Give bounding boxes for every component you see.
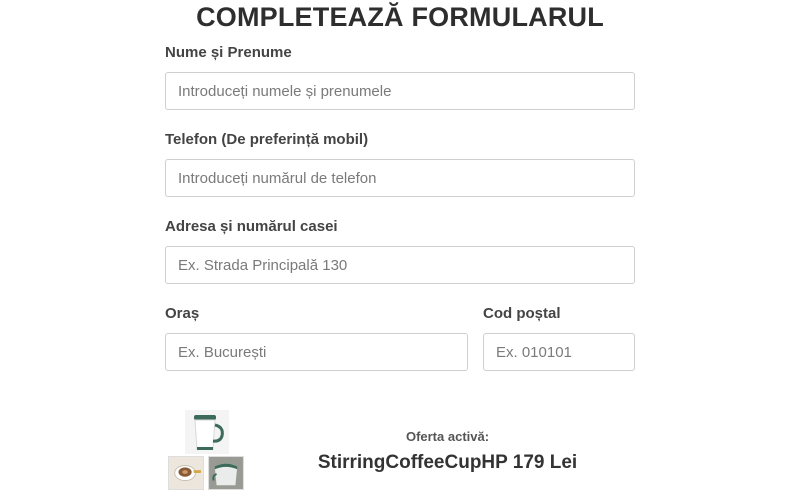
offer-label: Oferta activă: (405, 429, 490, 444)
offer-product-price: StirringCoffeeCupHP 179 Lei (317, 452, 578, 473)
postal-code-label: Cod poștal (483, 305, 561, 322)
postal-code-input[interactable] (483, 333, 635, 371)
city-input[interactable] (165, 333, 468, 371)
address-label: Adresa și numărul casei (165, 218, 338, 235)
mug-closeup-image (208, 456, 244, 490)
mug-product-image (185, 410, 229, 454)
coffee-cup-image (168, 456, 204, 490)
active-offer: Oferta activă: StirringCoffeeCupHP 179 L… (165, 408, 635, 500)
address-input[interactable] (165, 246, 635, 284)
phone-input[interactable] (165, 159, 635, 197)
name-input[interactable] (165, 72, 635, 110)
name-label: Nume și Prenume (165, 44, 292, 61)
product-thumbnails (165, 408, 247, 492)
page-title: COMPLETEAZĂ FORMULARUL (196, 2, 604, 32)
phone-label: Telefon (De preferință mobil) (165, 131, 369, 148)
city-label: Oraș (165, 305, 200, 322)
